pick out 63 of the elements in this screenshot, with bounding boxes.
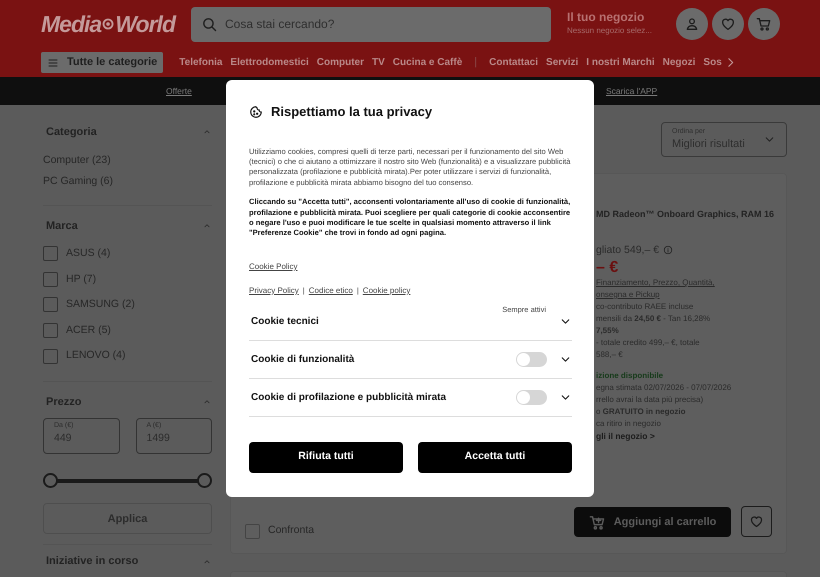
cookie-category-label: Cookie di funzionalità bbox=[251, 352, 354, 367]
range-slider[interactable] bbox=[43, 473, 212, 488]
cookie-icon bbox=[249, 104, 263, 119]
nav-link[interactable]: Contattaci bbox=[489, 55, 538, 70]
nav-divider: | bbox=[474, 55, 478, 70]
product-title: MD Radeon™ Onboard Graphics, RAM 16 bbox=[596, 208, 774, 220]
promo-link[interactable]: Offerte bbox=[166, 85, 192, 98]
info-icon[interactable] bbox=[663, 245, 674, 255]
filter-title: Prezzo bbox=[46, 394, 82, 410]
cookie-category-label: Cookie tecnici bbox=[251, 314, 319, 329]
add-to-cart-button[interactable]: Aggiungi al carrello bbox=[574, 507, 732, 537]
policy-link[interactable]: Privacy Policy bbox=[249, 284, 299, 297]
nav-link[interactable]: Cucina e Caffè bbox=[392, 55, 462, 70]
cart-button[interactable] bbox=[748, 8, 780, 40]
dialog-button[interactable]: Accetta tutti bbox=[418, 442, 572, 473]
logo-text[interactable]: Media bbox=[41, 6, 102, 42]
cookie-category-label: Cookie di profilazione e pubblicità mirata bbox=[251, 390, 446, 405]
nav-link[interactable]: I nostri Marchi bbox=[586, 55, 655, 70]
wishlist-button[interactable] bbox=[712, 8, 744, 40]
checkbox[interactable] bbox=[245, 524, 260, 539]
range-handle[interactable] bbox=[197, 473, 212, 488]
filter-title: Iniziative in corso bbox=[46, 554, 138, 570]
availability-text: izione disponibile bbox=[596, 370, 664, 382]
search-icon bbox=[201, 16, 218, 32]
nav-link[interactable]: Servizi bbox=[546, 55, 578, 70]
nav-link[interactable]: TV bbox=[372, 55, 385, 70]
store-subtitle[interactable]: Nessun negozio selez... bbox=[567, 24, 672, 37]
logo-text[interactable]: World bbox=[115, 6, 175, 42]
wishlist-button[interactable] bbox=[741, 506, 772, 537]
dialog-title: Rispettiamo la tua privacy bbox=[271, 103, 432, 121]
checkbox[interactable] bbox=[43, 246, 58, 262]
heart-icon bbox=[720, 16, 736, 32]
heart-icon bbox=[749, 514, 764, 529]
store-title[interactable]: Il tuo negozio bbox=[567, 11, 672, 25]
policy-link[interactable]: Cookie Policy bbox=[249, 262, 298, 271]
policy-link[interactable]: Codice etico bbox=[308, 284, 353, 297]
range-handle[interactable] bbox=[43, 473, 58, 488]
nav-link[interactable]: Sos bbox=[703, 55, 722, 70]
promo-link[interactable]: Scarica l'APP bbox=[606, 85, 658, 98]
account-button[interactable] bbox=[676, 8, 708, 40]
policy-link[interactable]: Cookie policy bbox=[362, 284, 410, 297]
dialog-button[interactable]: Rifiuta tutti bbox=[249, 442, 403, 473]
filter-title: Categoria bbox=[46, 125, 97, 140]
filter-title: Marca bbox=[46, 218, 78, 234]
nav-link[interactable]: Elettrodomestici bbox=[230, 55, 309, 70]
cart-plus-icon bbox=[588, 514, 606, 530]
nav-link[interactable]: Negozi bbox=[662, 55, 696, 70]
checkbox[interactable] bbox=[43, 297, 58, 312]
checkbox[interactable] bbox=[43, 323, 58, 338]
user-icon bbox=[684, 16, 700, 32]
search-field[interactable]: Cosa stai cercando? bbox=[191, 6, 551, 42]
toggle-switch[interactable] bbox=[516, 352, 547, 367]
store-link[interactable]: gli il negozio > bbox=[596, 430, 774, 442]
toggle-switch[interactable] bbox=[516, 390, 547, 405]
menu-icon bbox=[47, 56, 59, 68]
cart-icon bbox=[756, 16, 772, 32]
compare-label: Confronta bbox=[268, 523, 314, 538]
nav-link[interactable]: Telefonia bbox=[179, 55, 222, 70]
nav-link[interactable]: Computer bbox=[316, 55, 364, 70]
checkbox[interactable] bbox=[43, 272, 58, 287]
checkbox[interactable] bbox=[43, 348, 58, 364]
price: – € bbox=[596, 259, 620, 277]
categories-button[interactable]: Tutte le categorie bbox=[41, 52, 164, 73]
